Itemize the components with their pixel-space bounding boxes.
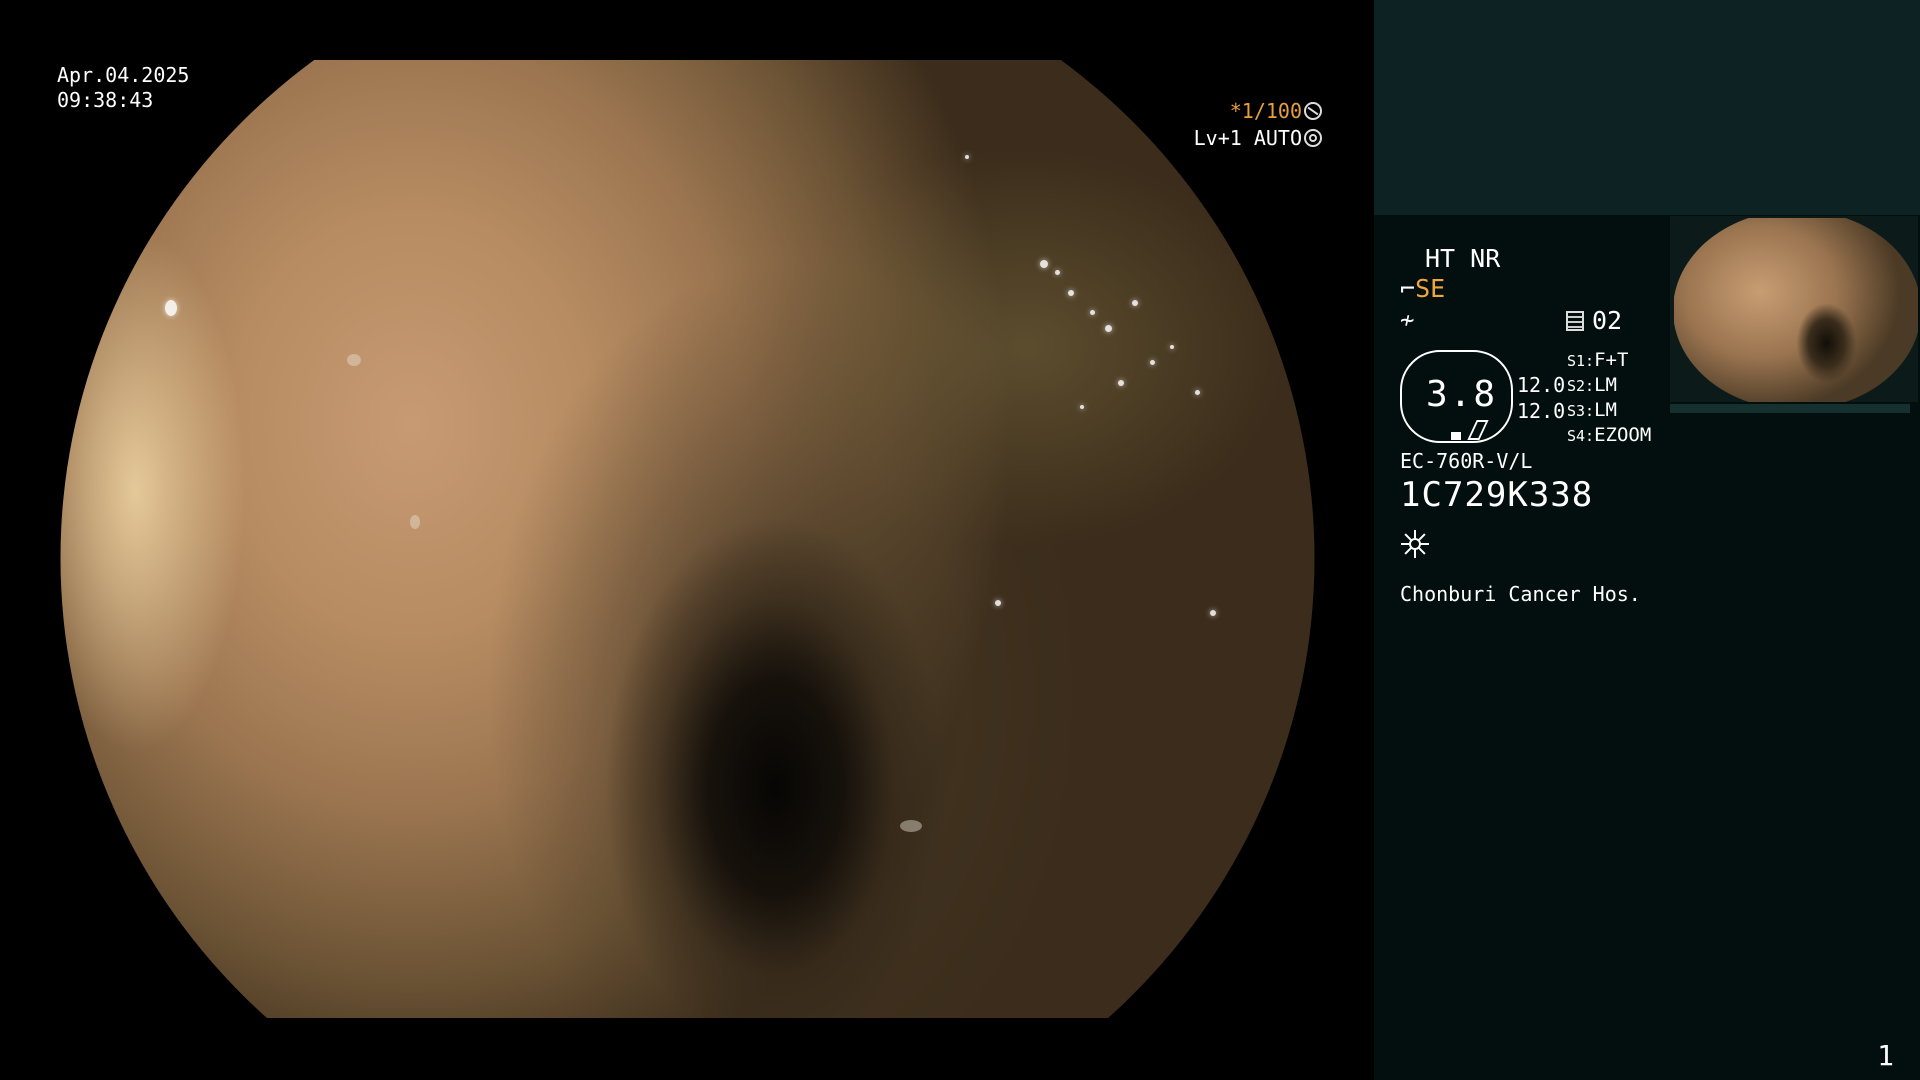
hospital-name: Chonburi Cancer Hos. [1400,582,1641,606]
exposure-info: *1/100 Lv+1 AUTO [1194,98,1322,152]
memory-card-icon [1566,311,1584,331]
scope-model: EC-760R-V/L [1400,449,1533,473]
switch-row: S2:LM [1567,374,1617,396]
switch-label: S2: [1567,377,1595,395]
switch-value: EZOOM [1594,424,1652,446]
time: 09:38:43 [57,88,154,112]
switch-label: S4: [1567,427,1595,445]
iris-icon [1304,129,1322,147]
memory-indicator: 02 [1566,306,1622,335]
switch-row: S3:LM [1567,399,1617,421]
date: Apr.04.2025 [57,63,190,87]
info-panel-header [1374,0,1920,215]
memory-count: 02 [1592,306,1623,335]
zoom-value: 3.8 [1426,374,1498,415]
switch-label: S3: [1567,402,1595,420]
shutter-speed: *1/100 [1229,99,1302,123]
value-b: 12.0 [1517,399,1566,423]
serial-number: 1C729K338 [1400,475,1594,515]
value-a: 12.0 [1517,373,1566,397]
thumbnail-image [1674,218,1918,402]
ht-nr-indicator: HT NR [1425,244,1501,273]
color-enhancement-icon: ≁ [1400,306,1415,334]
shutter-icon [1304,102,1322,120]
brightness-level: Lv+1 AUTO [1193,126,1302,150]
image-thumbnail[interactable] [1670,216,1918,402]
endoscope-view: Apr.04.2025 09:38:43 *1/100 Lv+1 AUTO [0,0,1374,1080]
switch-row: S1:F+T [1567,349,1628,371]
thumbnail-caption-bar [1670,404,1910,413]
switch-value: F+T [1594,349,1629,371]
switch-value: LM [1594,374,1617,396]
light-source-icon [1401,530,1429,558]
structure-enhancement: ⌐SE [1400,274,1445,303]
zoom-bar [1451,432,1461,440]
switch-row: S4:EZOOM [1567,424,1651,446]
se-label: SE [1415,274,1446,303]
structure-enhancement-icon: ⌐ [1400,274,1416,303]
page-number: 1 [1877,1039,1894,1072]
endoscopic-image [60,60,1315,1018]
date-time: Apr.04.2025 09:38:43 [57,63,189,113]
switch-label: S1: [1567,352,1595,370]
switch-value: LM [1594,399,1617,421]
